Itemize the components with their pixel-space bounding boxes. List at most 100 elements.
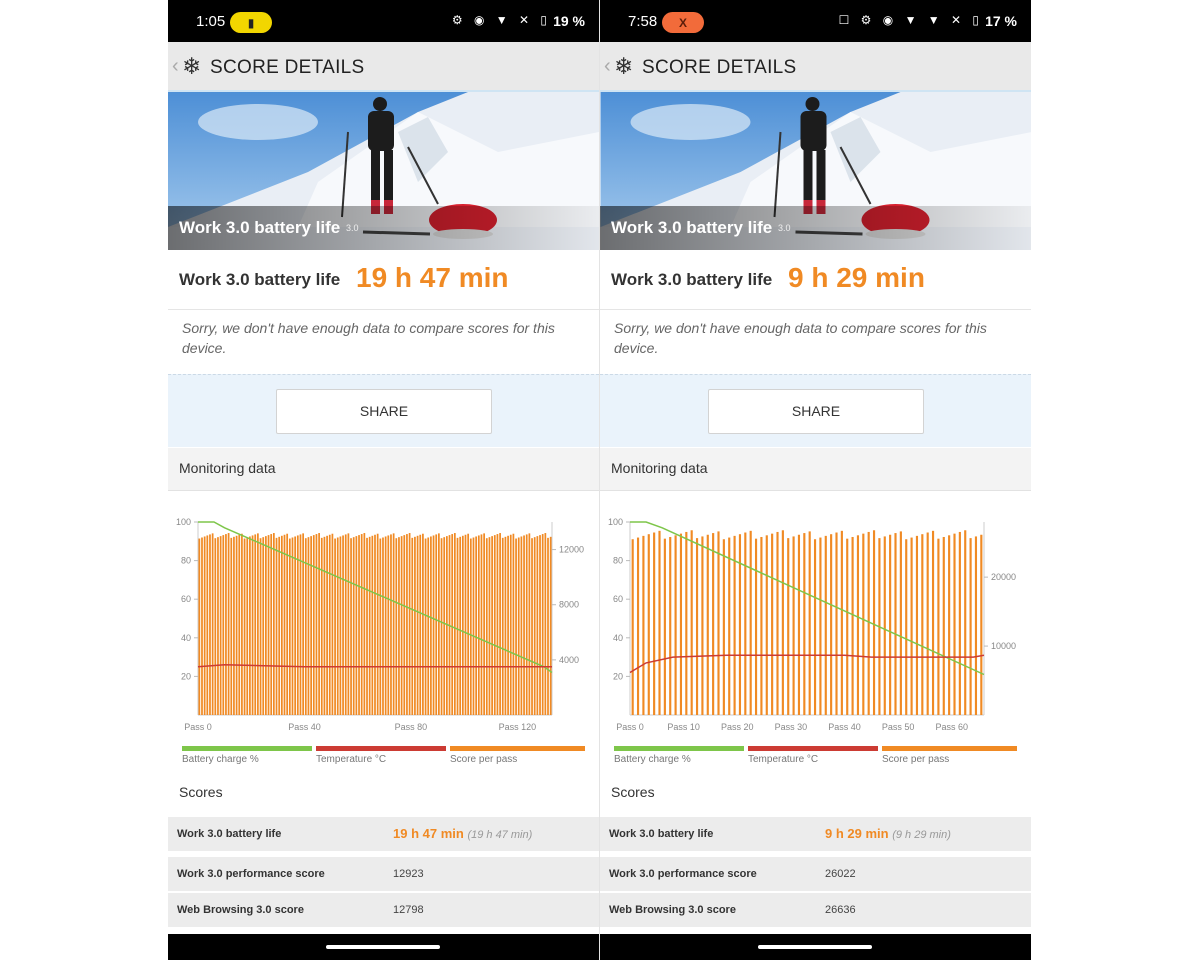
score-bar	[512, 533, 515, 715]
share-section: SHARE	[168, 374, 599, 447]
hero-caption: Work 3.0 battery life 3.0	[600, 206, 1031, 250]
score-bar	[211, 533, 214, 715]
left-tick-label: 60	[613, 594, 623, 604]
score-bar	[390, 534, 392, 715]
score-name: Work 3.0 battery life	[609, 828, 714, 840]
score-bar	[259, 538, 262, 715]
score-name: Web Browsing 3.0 score	[609, 904, 736, 916]
compare-message: Sorry, we don't have enough data to comp…	[614, 320, 987, 356]
score-bar	[342, 535, 344, 715]
hero-image: Work 3.0 battery life 3.0	[168, 92, 599, 250]
score-bar	[980, 534, 983, 715]
x-tick-label: Pass 120	[499, 722, 537, 732]
score-bar	[451, 534, 454, 715]
score-bar	[642, 535, 645, 715]
score-bar	[547, 537, 549, 715]
score-name: Web Browsing 3.0 score	[177, 904, 304, 916]
score-bar	[262, 537, 265, 715]
legend-battery-label: Battery charge %	[182, 754, 259, 765]
score-value: 19 h 47 min (19 h 47 min)	[393, 826, 532, 841]
score-bar	[334, 538, 336, 715]
back-chevron-icon[interactable]: ‹	[172, 55, 179, 78]
score-bar	[528, 533, 531, 715]
legend-score: Score per pass	[450, 746, 585, 765]
score-bar	[690, 530, 693, 715]
score-value-main: 19 h 47 min	[393, 826, 464, 841]
compare-message: Sorry, we don't have enough data to comp…	[182, 320, 555, 356]
score-bar	[744, 532, 747, 715]
score-bar	[499, 533, 501, 715]
score-value: 12798	[393, 904, 424, 916]
snowflake-logo-icon: ❄	[614, 53, 634, 79]
score-bar	[209, 534, 211, 715]
phone-screen-right: 7:58 X ☐ ⚙ ◉ ▼ ▼ ✕ ▯ 17 % ‹ ❄ SCORE DETA…	[599, 0, 1031, 960]
score-bar	[488, 537, 491, 715]
score-bar	[254, 534, 257, 715]
score-bar	[414, 536, 416, 715]
score-bar	[230, 537, 233, 715]
monitoring-header: Monitoring data	[168, 448, 599, 491]
home-gesture-handle[interactable]	[326, 945, 440, 949]
right-tick-label: 8000	[559, 600, 579, 610]
score-bar	[771, 533, 774, 715]
score-bar	[948, 535, 951, 715]
share-button[interactable]: SHARE	[276, 389, 492, 434]
legend-battery-label: Battery charge %	[614, 754, 691, 765]
score-bar	[792, 536, 795, 715]
left-tick-label: 80	[613, 556, 623, 566]
score-bar	[464, 534, 467, 715]
score-bar	[813, 539, 817, 715]
score-value-main: 9 h 29 min	[825, 826, 889, 841]
score-bar	[754, 538, 758, 715]
score-bar	[238, 534, 241, 715]
score-bar	[883, 536, 886, 715]
score-bar	[286, 533, 289, 715]
score-bar	[283, 534, 286, 715]
score-bar	[222, 535, 225, 715]
score-bar	[706, 534, 709, 715]
right-tick-label: 12000	[559, 545, 584, 555]
score-bar	[406, 534, 408, 715]
monitoring-chart: 20 40 60 80 100 10000 20000 Pass 0 Pass 10 Pass 2…	[608, 517, 1016, 732]
back-chevron-icon[interactable]: ‹	[604, 55, 611, 78]
score-bar	[899, 531, 902, 715]
battery-saver-icon: ▮	[230, 12, 272, 33]
x-tick-label: Pass 20	[721, 722, 754, 732]
score-value: 26022	[825, 868, 856, 880]
score-bar	[227, 533, 230, 715]
result-summary: Work 3.0 battery life 9 h 29 min	[600, 250, 1031, 310]
score-bar	[363, 533, 366, 715]
hero-image: Work 3.0 battery life 3.0	[600, 92, 1031, 250]
legend-temperature: Temperature °C	[748, 746, 878, 765]
score-bar	[427, 537, 430, 715]
score-bar	[531, 538, 533, 715]
score-bar	[480, 534, 483, 715]
score-row: Web Browsing 3.0 score 26636	[600, 893, 1031, 927]
page-title: SCORE DETAILS	[642, 57, 797, 78]
home-gesture-handle[interactable]	[758, 945, 872, 949]
score-bar	[669, 536, 672, 715]
right-tick-label: 4000	[559, 655, 579, 665]
score-bar	[701, 536, 704, 715]
share-button[interactable]: SHARE	[708, 389, 924, 434]
score-bar	[416, 535, 419, 715]
score-bar	[326, 535, 328, 715]
status-time: 7:58	[628, 13, 658, 30]
snowflake-logo-icon: ❄	[182, 53, 202, 79]
score-bar	[544, 533, 547, 715]
monitoring-title: Monitoring data	[611, 460, 708, 476]
score-bar	[400, 536, 403, 715]
battery-line	[630, 521, 985, 676]
score-bar	[355, 536, 358, 715]
score-bar	[787, 538, 790, 715]
score-bar	[395, 538, 398, 715]
score-bar	[926, 532, 929, 715]
page-title: SCORE DETAILS	[210, 57, 365, 78]
score-bar	[846, 538, 849, 715]
app-header: ‹ ❄ SCORE DETAILS	[168, 42, 599, 92]
score-bar	[257, 533, 259, 715]
score-bar	[320, 537, 323, 715]
score-bar	[504, 536, 507, 715]
score-bar	[674, 535, 677, 715]
score-bar	[781, 530, 784, 715]
